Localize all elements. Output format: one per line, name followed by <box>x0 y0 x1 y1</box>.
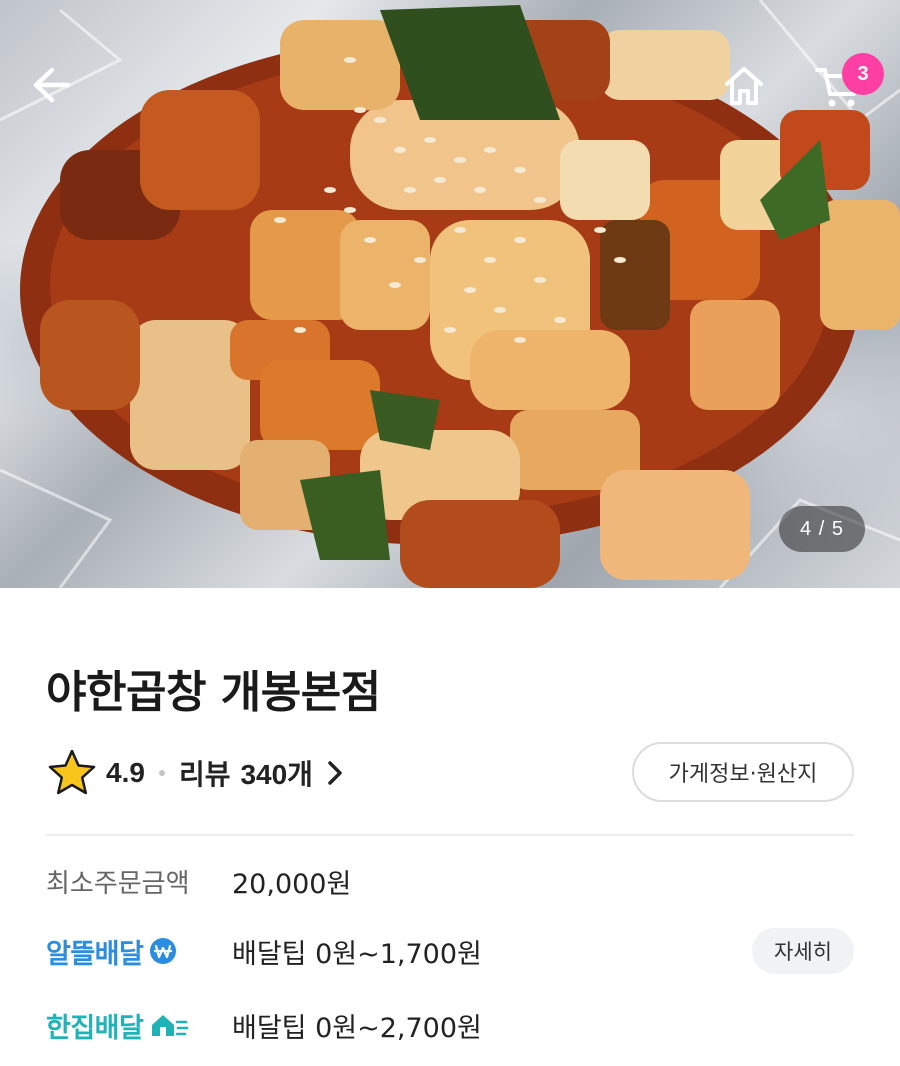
min-order-value: 20,000원 <box>232 868 352 900</box>
delivery-option-economy: 알뜰배달 배달팁 0원~1,700원 <box>46 926 482 976</box>
min-order-row: 최소주문금액 20,000원 <box>46 856 351 906</box>
rating-value: 4.9 <box>106 757 145 788</box>
arrow-left-icon <box>33 67 71 103</box>
review-count: 340개 <box>240 759 313 790</box>
back-button[interactable] <box>30 64 86 120</box>
economy-delivery-label: 알뜰배달 <box>46 938 144 970</box>
single-delivery-tip: 배달팁 0원~2,700원 <box>232 1012 482 1044</box>
fast-home-icon <box>149 1011 189 1039</box>
review-link[interactable]: 리뷰 340개 <box>179 753 347 793</box>
cart-count-badge: 3 <box>842 53 884 95</box>
single-delivery-label: 한집배달 <box>46 1012 144 1044</box>
dot-separator <box>158 770 165 776</box>
home-icon <box>725 67 763 105</box>
delivery-option-single: 한집배달 배달팁 0원~2,700원 <box>46 1000 482 1050</box>
single-delivery-brand: 한집배달 <box>46 1006 232 1045</box>
food-photo[interactable]: 3 4 / 5 <box>0 0 900 588</box>
economy-delivery-brand: 알뜰배달 <box>46 932 232 971</box>
photo-counter: 4 / 5 <box>779 506 865 552</box>
divider <box>46 834 854 836</box>
won-coin-icon <box>149 937 177 965</box>
chevron-right-icon <box>327 759 347 787</box>
min-order-label: 최소주문금액 <box>46 868 190 899</box>
rating-row: 4.9 리뷰 340개 <box>46 748 347 798</box>
economy-delivery-tip: 배달팁 0원~1,700원 <box>232 938 482 970</box>
store-name: 야한곱창 개봉본점 <box>46 667 381 718</box>
store-info-origin-button[interactable]: 가게정보·원산지 <box>632 742 854 802</box>
delivery-detail-button[interactable]: 자세히 <box>752 928 854 974</box>
star-icon <box>46 747 98 799</box>
home-button[interactable] <box>722 64 780 122</box>
review-label: 리뷰 <box>178 758 231 791</box>
